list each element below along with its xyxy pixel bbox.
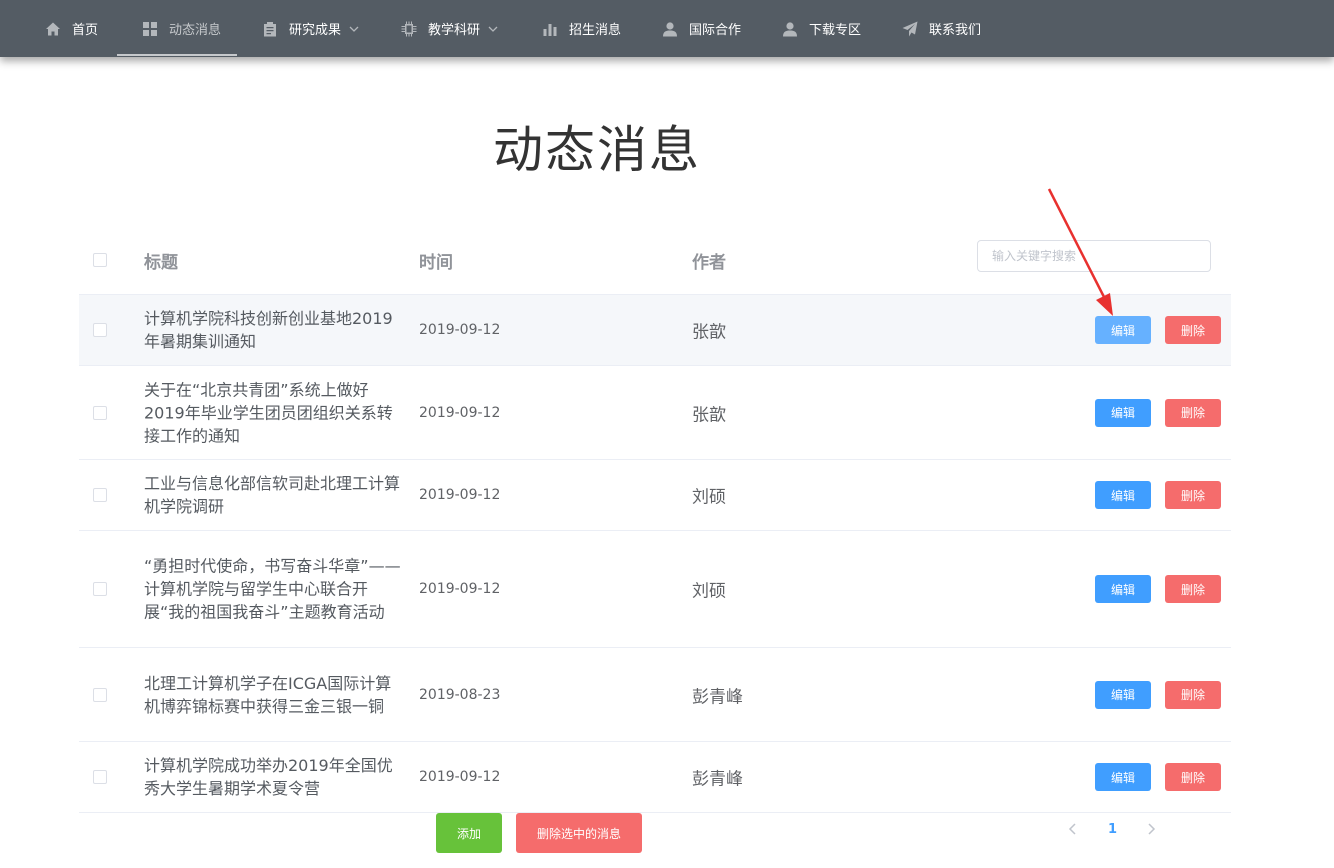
row-checkbox[interactable] xyxy=(93,488,107,502)
row-author: 彭青峰 xyxy=(692,687,743,707)
delete-button[interactable]: 删除 xyxy=(1165,481,1221,509)
row-date: 2019-09-12 xyxy=(419,769,501,785)
row-date: 2019-09-12 xyxy=(419,404,501,421)
edit-button[interactable]: 编辑 xyxy=(1095,763,1151,791)
nav-label: 研究成果 xyxy=(289,23,342,38)
nav-item-contact[interactable]: 联系我们 xyxy=(902,0,981,57)
table-row: “勇担时代使命，书写奋斗华章”——计算机学院与留学生中心联合开展“我的祖国我奋斗… xyxy=(79,531,1231,648)
home-icon xyxy=(45,21,61,37)
table-row: 北理工计算机学子在ICGA国际计算机博弈锦标赛中获得三金三银一铜 2019-08… xyxy=(79,648,1231,742)
row-title: 关于在“北京共青团”系统上做好2019年毕业学生团员团组织关系转接工作的通知 xyxy=(144,380,393,445)
nav-item-news[interactable]: 动态消息 xyxy=(142,0,221,57)
nav-item-downloads[interactable]: 下载专区 xyxy=(782,0,861,57)
row-checkbox[interactable] xyxy=(93,770,107,784)
row-title: 北理工计算机学子在ICGA国际计算机博弈锦标赛中获得三金三银一铜 xyxy=(144,673,392,716)
nav-label: 联系我们 xyxy=(929,23,982,38)
nav-label: 下载专区 xyxy=(809,23,862,38)
send-icon xyxy=(902,21,918,37)
edit-button[interactable]: 编辑 xyxy=(1095,575,1151,603)
active-tab-indicator xyxy=(117,54,237,56)
edit-button[interactable]: 编辑 xyxy=(1095,481,1151,509)
row-checkbox[interactable] xyxy=(93,323,107,337)
user-icon xyxy=(662,21,678,37)
row-date: 2019-09-12 xyxy=(419,322,501,338)
table-row: 工业与信息化部信软司赴北理工计算机学院调研 2019-09-12 刘硕 编辑 删… xyxy=(79,460,1231,531)
row-checkbox[interactable] xyxy=(93,405,107,420)
chevron-down-icon xyxy=(349,24,359,34)
nav-label: 动态消息 xyxy=(169,23,222,38)
row-title: 计算机学院成功举办2019年全国优秀大学生暑期学术夏令营 xyxy=(144,756,393,798)
delete-button[interactable]: 删除 xyxy=(1165,575,1221,603)
user-icon xyxy=(782,21,798,37)
add-button[interactable]: 添加 xyxy=(436,813,502,853)
row-author: 张歆 xyxy=(692,405,726,425)
nav-label: 国际合作 xyxy=(689,23,742,38)
prev-page-button[interactable] xyxy=(1068,818,1078,840)
bar-chart-icon xyxy=(542,21,558,37)
edit-button[interactable]: 编辑 xyxy=(1095,316,1151,344)
news-table: 标题 时间 作者 计算机学院科技创新创业基地2019年暑期集训通知 2019-0… xyxy=(79,224,1231,813)
row-title: “勇担时代使命，书写奋斗华章”——计算机学院与留学生中心联合开展“我的祖国我奋斗… xyxy=(144,556,401,622)
table-row: 计算机学院成功举办2019年全国优秀大学生暑期学术夏令营 2019-09-12 … xyxy=(79,742,1231,813)
page-number[interactable]: 1 xyxy=(1108,818,1117,840)
table-row: 关于在“北京共青团”系统上做好2019年毕业学生团员团组织关系转接工作的通知 2… xyxy=(79,366,1231,460)
row-title: 工业与信息化部信软司赴北理工计算机学院调研 xyxy=(144,474,401,516)
table-header: 标题 时间 作者 xyxy=(79,224,1231,295)
cpu-icon xyxy=(401,21,417,37)
row-author: 张歆 xyxy=(692,322,726,343)
row-author: 刘硕 xyxy=(692,487,726,508)
nav-item-research[interactable]: 研究成果 xyxy=(262,0,359,57)
page-title: 动态消息 xyxy=(493,121,701,179)
nav-label: 教学科研 xyxy=(428,23,481,38)
delete-button[interactable]: 删除 xyxy=(1165,680,1221,709)
edit-button[interactable]: 编辑 xyxy=(1095,398,1151,427)
delete-button[interactable]: 删除 xyxy=(1165,763,1221,791)
column-header-title: 标题 xyxy=(144,253,178,273)
column-header-date: 时间 xyxy=(419,253,453,273)
edit-button[interactable]: 编辑 xyxy=(1095,680,1151,709)
nav-item-teaching[interactable]: 教学科研 xyxy=(401,0,498,57)
chevron-left-icon xyxy=(1068,823,1076,835)
row-checkbox[interactable] xyxy=(93,582,107,596)
search-input[interactable] xyxy=(977,240,1211,272)
grid-icon xyxy=(142,21,158,37)
chevron-down-icon xyxy=(488,24,498,34)
nav-item-international[interactable]: 国际合作 xyxy=(662,0,741,57)
nav-label: 首页 xyxy=(72,23,99,38)
row-author: 彭青峰 xyxy=(692,769,743,790)
delete-selected-button[interactable]: 删除选中的消息 xyxy=(516,813,642,853)
row-date: 2019-09-12 xyxy=(419,581,501,597)
nav-item-admissions[interactable]: 招生消息 xyxy=(542,0,621,57)
delete-button[interactable]: 删除 xyxy=(1165,316,1221,344)
delete-button[interactable]: 删除 xyxy=(1165,398,1221,427)
top-navigation-bar: 首页 动态消息 研究成果 教学科研 招生消息 国际合作 下载专区 联系我们 xyxy=(0,0,1334,57)
row-title: 计算机学院科技创新创业基地2019年暑期集训通知 xyxy=(144,309,393,351)
row-author: 刘硕 xyxy=(692,581,726,602)
row-date: 2019-08-23 xyxy=(419,686,501,703)
clipboard-icon xyxy=(262,21,278,37)
column-header-author: 作者 xyxy=(692,253,726,273)
nav-label: 招生消息 xyxy=(569,23,622,38)
table-row: 计算机学院科技创新创业基地2019年暑期集训通知 2019-09-12 张歆 编… xyxy=(79,295,1231,366)
nav-item-home[interactable]: 首页 xyxy=(45,0,98,57)
select-all-checkbox[interactable] xyxy=(93,253,107,267)
row-checkbox[interactable] xyxy=(93,687,107,702)
row-date: 2019-09-12 xyxy=(419,487,501,503)
chevron-right-icon xyxy=(1148,823,1156,835)
next-page-button[interactable] xyxy=(1146,818,1156,840)
